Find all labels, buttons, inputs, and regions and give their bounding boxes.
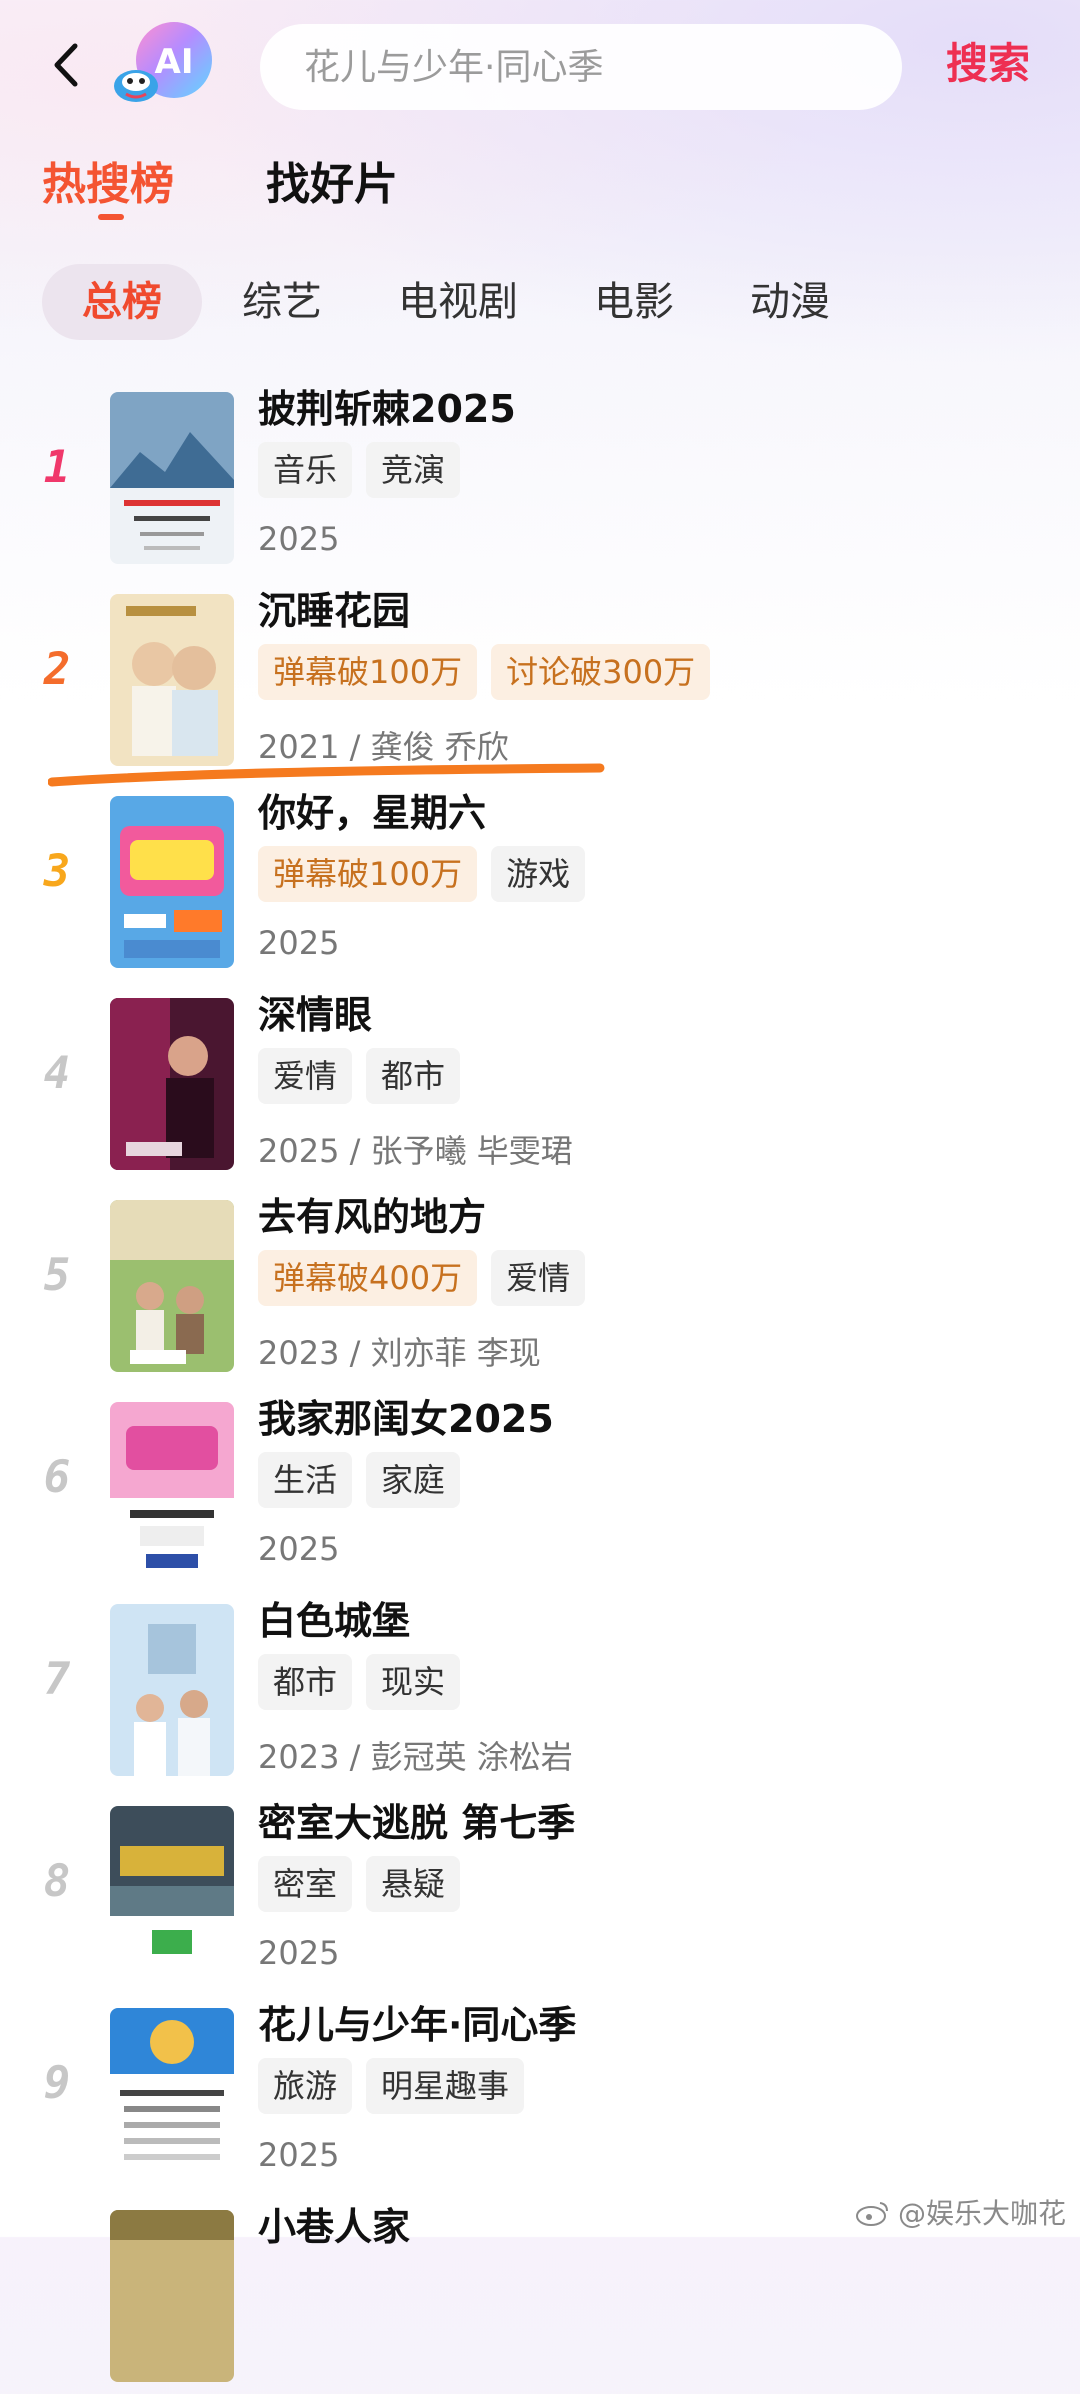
- show-meta: 2025: [258, 520, 340, 558]
- show-title[interactable]: 你好，星期六: [258, 782, 486, 837]
- rank-number: 7: [43, 1654, 71, 1705]
- tab-find-shows[interactable]: 找好片: [266, 148, 398, 212]
- tag[interactable]: 竞演: [366, 442, 461, 498]
- poster-image[interactable]: [110, 796, 234, 968]
- poster-image[interactable]: [110, 2008, 234, 2180]
- list-item[interactable]: 3 你好，星期六 弹幕破100万 游戏 2025: [0, 784, 1080, 980]
- hot-tag[interactable]: 弹幕破100万: [258, 846, 478, 902]
- poster-image[interactable]: [110, 2210, 234, 2382]
- poster-image[interactable]: [110, 1402, 234, 1574]
- chevron-left-icon: [54, 43, 78, 87]
- tag[interactable]: 爱情: [258, 1048, 353, 1104]
- tag[interactable]: 爱情: [491, 1250, 586, 1306]
- show-meta: 2025: [258, 1934, 340, 1972]
- tag[interactable]: 现实: [366, 1654, 461, 1710]
- tag[interactable]: 悬疑: [366, 1856, 461, 1912]
- tag[interactable]: 都市: [366, 1048, 461, 1104]
- poster-image[interactable]: [110, 998, 234, 1170]
- rank-number: 6: [43, 1452, 71, 1503]
- tag[interactable]: 明星趣事: [366, 2058, 525, 2114]
- rank-number: 4: [43, 1048, 71, 1099]
- tag[interactable]: 家庭: [366, 1452, 461, 1508]
- show-title[interactable]: 深情眼: [258, 984, 372, 1039]
- list-item[interactable]: 1 披荆斩棘2025 音乐 竞演 2025: [0, 380, 1080, 576]
- list-item[interactable]: 6 我家那闺女2025 生活 家庭 2025: [0, 1390, 1080, 1586]
- tag[interactable]: 生活: [258, 1452, 353, 1508]
- list-item[interactable]: 4 深情眼 爱情 都市 2025 / 张予曦 毕雯珺: [0, 986, 1080, 1182]
- show-title[interactable]: 披荆斩棘2025: [258, 378, 516, 433]
- show-meta: 2023 / 彭冠英 涂松岩: [258, 1738, 573, 1776]
- list-item[interactable]: 5 去有风的地方 弹幕破400万 爱情 2023 / 刘亦菲 李现: [0, 1188, 1080, 1384]
- tag[interactable]: 游戏: [491, 846, 586, 902]
- show-title[interactable]: 我家那闺女2025: [258, 1388, 554, 1443]
- search-button[interactable]: 搜索: [946, 30, 1030, 91]
- rank-number: 8: [43, 1856, 71, 1907]
- tab-hot-search[interactable]: 热搜榜: [42, 148, 174, 212]
- category-overall[interactable]: 总榜: [42, 264, 202, 340]
- tag[interactable]: 旅游: [258, 2058, 353, 2114]
- tag-list: 弹幕破100万 游戏: [258, 846, 599, 902]
- rank-number: 2: [43, 644, 71, 695]
- tag-list: 生活 家庭: [258, 1452, 474, 1508]
- show-meta: 2025: [258, 924, 340, 962]
- category-movies[interactable]: 电影: [558, 264, 710, 340]
- poster-image[interactable]: [110, 392, 234, 564]
- tag-list: 都市 现实: [258, 1654, 474, 1710]
- show-meta: 2025: [258, 1530, 340, 1568]
- show-meta: 2025: [258, 2136, 340, 2174]
- hot-tag[interactable]: 弹幕破400万: [258, 1250, 478, 1306]
- category-filter-row: 总榜 综艺 电视剧 电影 动漫: [42, 264, 870, 340]
- category-tv-series[interactable]: 电视剧: [362, 264, 554, 340]
- tag[interactable]: 密室: [258, 1856, 353, 1912]
- ai-badge-text: AI: [155, 42, 194, 82]
- tag[interactable]: 都市: [258, 1654, 353, 1710]
- poster-image[interactable]: [110, 1604, 234, 1776]
- active-tab-indicator: [98, 214, 124, 220]
- tag-list: 旅游 明星趣事: [258, 2058, 538, 2114]
- list-item[interactable]: 8 密室大逃脱 第七季 密室 悬疑 2025: [0, 1794, 1080, 1990]
- show-title[interactable]: 去有风的地方: [258, 1186, 486, 1241]
- search-input[interactable]: [302, 45, 902, 89]
- search-box[interactable]: [260, 24, 902, 110]
- tag-list: 密室 悬疑: [258, 1856, 474, 1912]
- show-title[interactable]: 花儿与少年·同心季: [258, 1994, 576, 2049]
- poster-image[interactable]: [110, 1200, 234, 1372]
- tag-list: 爱情 都市: [258, 1048, 474, 1104]
- show-title[interactable]: 密室大逃脱 第七季: [258, 1792, 575, 1847]
- show-meta: 2021 / 龚俊 乔欣: [258, 728, 509, 766]
- hot-tag[interactable]: 讨论破300万: [491, 644, 711, 700]
- rank-number: 5: [43, 1250, 71, 1301]
- list-item[interactable]: 2 沉睡花园 弹幕破100万 讨论破300万 2021 / 龚俊 乔欣: [0, 582, 1080, 778]
- rank-number: 1: [43, 442, 71, 493]
- category-variety[interactable]: 综艺: [206, 264, 358, 340]
- tag-list: 音乐 竞演: [258, 442, 474, 498]
- poster-image[interactable]: [110, 1806, 234, 1978]
- show-title[interactable]: 小巷人家: [258, 2196, 410, 2251]
- hot-tag[interactable]: 弹幕破100万: [258, 644, 478, 700]
- rank-number: 9: [43, 2058, 71, 2109]
- ai-assistant-logo[interactable]: AI: [112, 18, 224, 108]
- list-item[interactable]: 9 花儿与少年·同心季 旅游 明星趣事 2025: [0, 1996, 1080, 2192]
- rank-number: 3: [43, 846, 71, 897]
- tag-list: 弹幕破400万 爱情: [258, 1250, 599, 1306]
- show-meta: 2025 / 张予曦 毕雯珺: [258, 1132, 573, 1170]
- tag-list: 弹幕破100万 讨论破300万: [258, 644, 724, 700]
- list-item[interactable]: 7 白色城堡 都市 现实 2023 / 彭冠英 涂松岩: [0, 1592, 1080, 1788]
- show-title[interactable]: 沉睡花园: [258, 580, 410, 635]
- back-button[interactable]: [36, 30, 96, 100]
- watermark: @娱乐大咖花: [854, 2192, 1066, 2232]
- show-meta: 2023 / 刘亦菲 李现: [258, 1334, 541, 1372]
- show-title[interactable]: 白色城堡: [258, 1590, 410, 1645]
- tag[interactable]: 音乐: [258, 442, 353, 498]
- poster-image[interactable]: [110, 594, 234, 766]
- category-anime[interactable]: 动漫: [714, 264, 866, 340]
- watermark-text: @娱乐大咖花: [897, 2197, 1066, 2230]
- weibo-icon: [855, 2202, 888, 2226]
